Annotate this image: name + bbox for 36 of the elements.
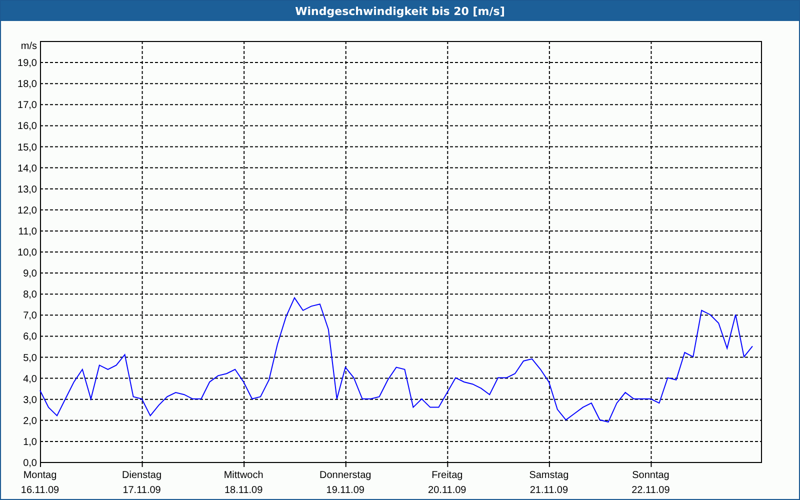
y-tick-label: 0,0 bbox=[23, 458, 37, 469]
weekday-label: Dienstag bbox=[122, 470, 162, 481]
y-tick-label: 6,0 bbox=[23, 332, 37, 343]
weekday-label: Freitag bbox=[432, 470, 463, 481]
weekday-label: Samstag bbox=[529, 470, 569, 481]
y-tick-label: 9,0 bbox=[23, 268, 37, 280]
y-tick-label: 16,0 bbox=[18, 121, 37, 132]
y-tick-label: 2,0 bbox=[23, 416, 37, 427]
weekday-label: Donnerstag bbox=[320, 470, 372, 481]
date-label: 18.11.09 bbox=[224, 485, 263, 496]
y-tick-label: 4,0 bbox=[23, 374, 37, 385]
date-label: 16.11.09 bbox=[20, 485, 60, 496]
y-tick-label: 15,0 bbox=[18, 142, 37, 154]
date-label: 17.11.09 bbox=[122, 485, 161, 496]
weekday-label: Montag bbox=[23, 470, 57, 481]
y-tick-label: 5,0 bbox=[23, 352, 37, 364]
y-tick-label: 13,0 bbox=[18, 184, 37, 196]
window-title: Windgeschwindigkeit bis 20 [m/s] bbox=[295, 4, 505, 18]
y-tick-label: 7,0 bbox=[23, 310, 37, 322]
date-label: 22.11.09 bbox=[632, 485, 670, 496]
y-tick-label: 11,0 bbox=[18, 226, 37, 238]
y-tick-label: 1,0 bbox=[23, 436, 37, 448]
y-axis-unit: m/s bbox=[20, 41, 37, 52]
date-label: 21.11.09 bbox=[530, 485, 568, 496]
y-tick-label: 12,0 bbox=[18, 205, 37, 216]
weekday-label: Mittwoch bbox=[224, 470, 264, 481]
y-tick-label: 18,0 bbox=[18, 79, 37, 90]
y-tick-label: 10,0 bbox=[18, 248, 37, 258]
y-tick-label: 3,0 bbox=[23, 394, 37, 406]
date-label: 19.11.09 bbox=[326, 485, 364, 496]
y-tick-label: 8,0 bbox=[23, 290, 37, 301]
date-label: 20.11.09 bbox=[428, 485, 466, 496]
weekday-label: Sonntag bbox=[632, 470, 670, 481]
y-tick-label: 14,0 bbox=[18, 163, 37, 174]
y-tick-label: 19,0 bbox=[18, 58, 37, 70]
y-tick-label: 17,0 bbox=[18, 100, 37, 112]
